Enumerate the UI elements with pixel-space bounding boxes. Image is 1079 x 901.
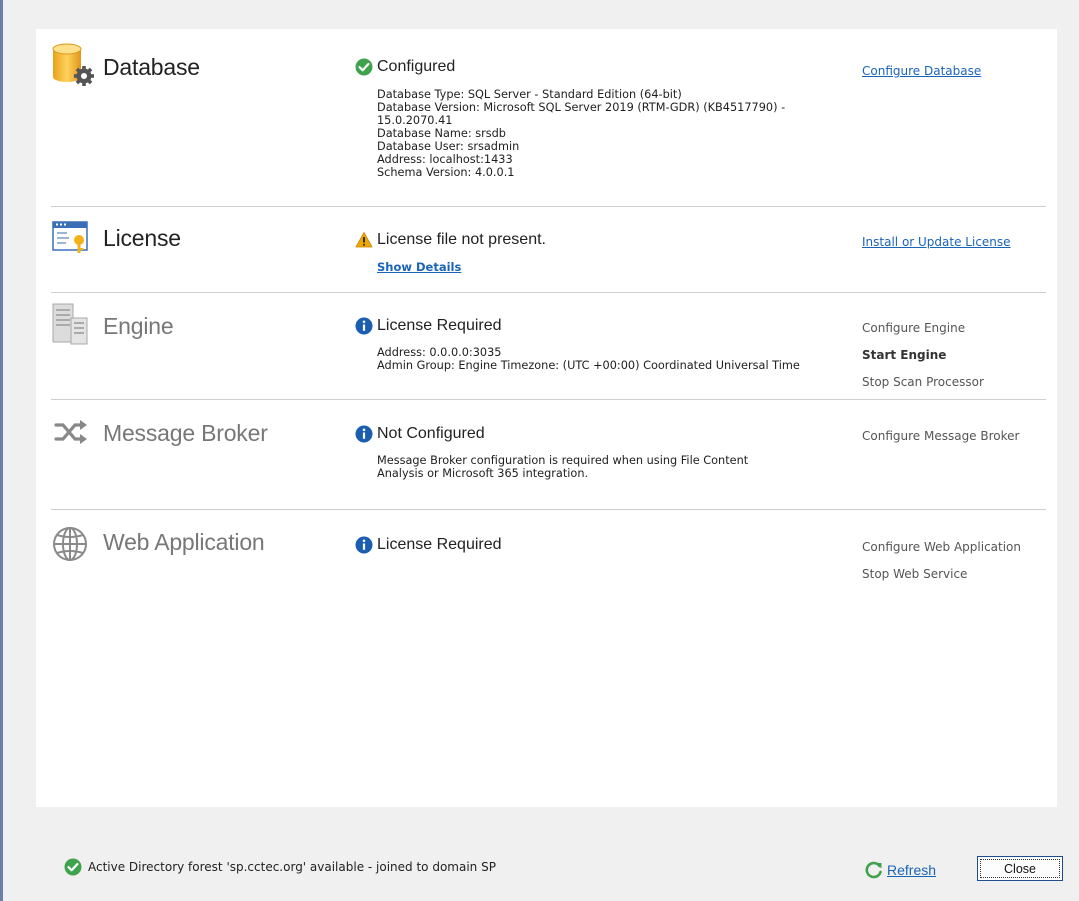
section-divider [51, 292, 1046, 293]
ad-forest-status-text: Active Directory forest 'sp.cctec.org' a… [88, 860, 496, 874]
database-status: Configured [355, 58, 455, 76]
server-icon [51, 302, 91, 345]
detail-line: Database Type: SQL Server - Standard Edi… [377, 88, 682, 101]
stop-web-service-link[interactable]: Stop Web Service [862, 567, 967, 581]
configure-message-broker-link[interactable]: Configure Message Broker [862, 429, 1019, 443]
database-gear-icon [51, 43, 94, 86]
license-title: License [103, 225, 181, 251]
detail-line: Analysis or Microsoft 365 integration. [377, 467, 589, 480]
detail-line: Schema Version: 4.0.0.1 [377, 166, 515, 179]
ad-forest-status: Active Directory forest 'sp.cctec.org' a… [64, 858, 496, 876]
detail-line: Address: 0.0.0.0:3035 [377, 346, 502, 359]
detail-line: Database Version: Microsoft SQL Server 2… [377, 101, 786, 114]
configure-engine-link[interactable]: Configure Engine [862, 321, 965, 335]
warning-icon [355, 231, 373, 249]
engine-status: License Required [355, 317, 502, 335]
web-application-status: License Required [355, 536, 502, 554]
message-broker-status-text: Not Configured [377, 425, 485, 442]
close-button-label: Close [1004, 861, 1036, 876]
refresh-button[interactable]: Refresh [864, 860, 936, 880]
detail-line: Database User: srsadmin [377, 140, 520, 153]
shuffle-icon [51, 417, 91, 457]
install-update-license-link[interactable]: Install or Update License [862, 235, 1011, 249]
section-divider [51, 206, 1046, 207]
web-application-status-text: License Required [377, 536, 502, 553]
configure-database-link[interactable]: Configure Database [862, 64, 981, 78]
globe-icon [51, 525, 91, 565]
check-circle-icon [355, 58, 373, 76]
detail-line: 15.0.2070.41 [377, 114, 453, 127]
message-broker-details: Message Broker configuration is required… [377, 454, 748, 480]
check-circle-icon [64, 858, 82, 876]
database-title: Database [103, 54, 200, 80]
license-status: License file not present. [355, 231, 546, 249]
info-icon [355, 317, 373, 335]
message-broker-status: Not Configured [355, 425, 485, 443]
refresh-icon [864, 860, 884, 880]
license-status-text: License file not present. [377, 231, 546, 248]
detail-line: Message Broker configuration is required… [377, 454, 749, 467]
section-divider [51, 399, 1046, 400]
database-details: Database Type: SQL Server - Standard Edi… [377, 88, 785, 179]
window-left-border [0, 0, 3, 901]
status-panel: Database Configured Database Type: SQL S… [36, 29, 1057, 807]
detail-line: Address: localhost:1433 [377, 153, 513, 166]
show-details-link[interactable]: Show Details [377, 260, 461, 274]
info-icon [355, 536, 373, 554]
stop-scan-processor-link[interactable]: Stop Scan Processor [862, 375, 984, 389]
web-application-title: Web Application [103, 529, 265, 555]
refresh-label: Refresh [887, 862, 937, 878]
close-button[interactable]: Close [977, 856, 1063, 881]
engine-title: Engine [103, 313, 174, 339]
info-icon [355, 425, 373, 443]
detail-line: Database Name: srsdb [377, 127, 506, 140]
message-broker-title: Message Broker [103, 420, 268, 446]
configure-web-application-link[interactable]: Configure Web Application [862, 540, 1021, 554]
database-status-text: Configured [377, 58, 456, 75]
detail-line: Admin Group: Engine Timezone: (UTC +00:0… [377, 359, 800, 372]
start-engine-link[interactable]: Start Engine [862, 348, 946, 362]
engine-status-text: License Required [377, 317, 502, 334]
license-certificate-icon [51, 220, 91, 260]
engine-details: Address: 0.0.0.0:3035 Admin Group: Engin… [377, 346, 800, 372]
section-divider [51, 509, 1046, 510]
